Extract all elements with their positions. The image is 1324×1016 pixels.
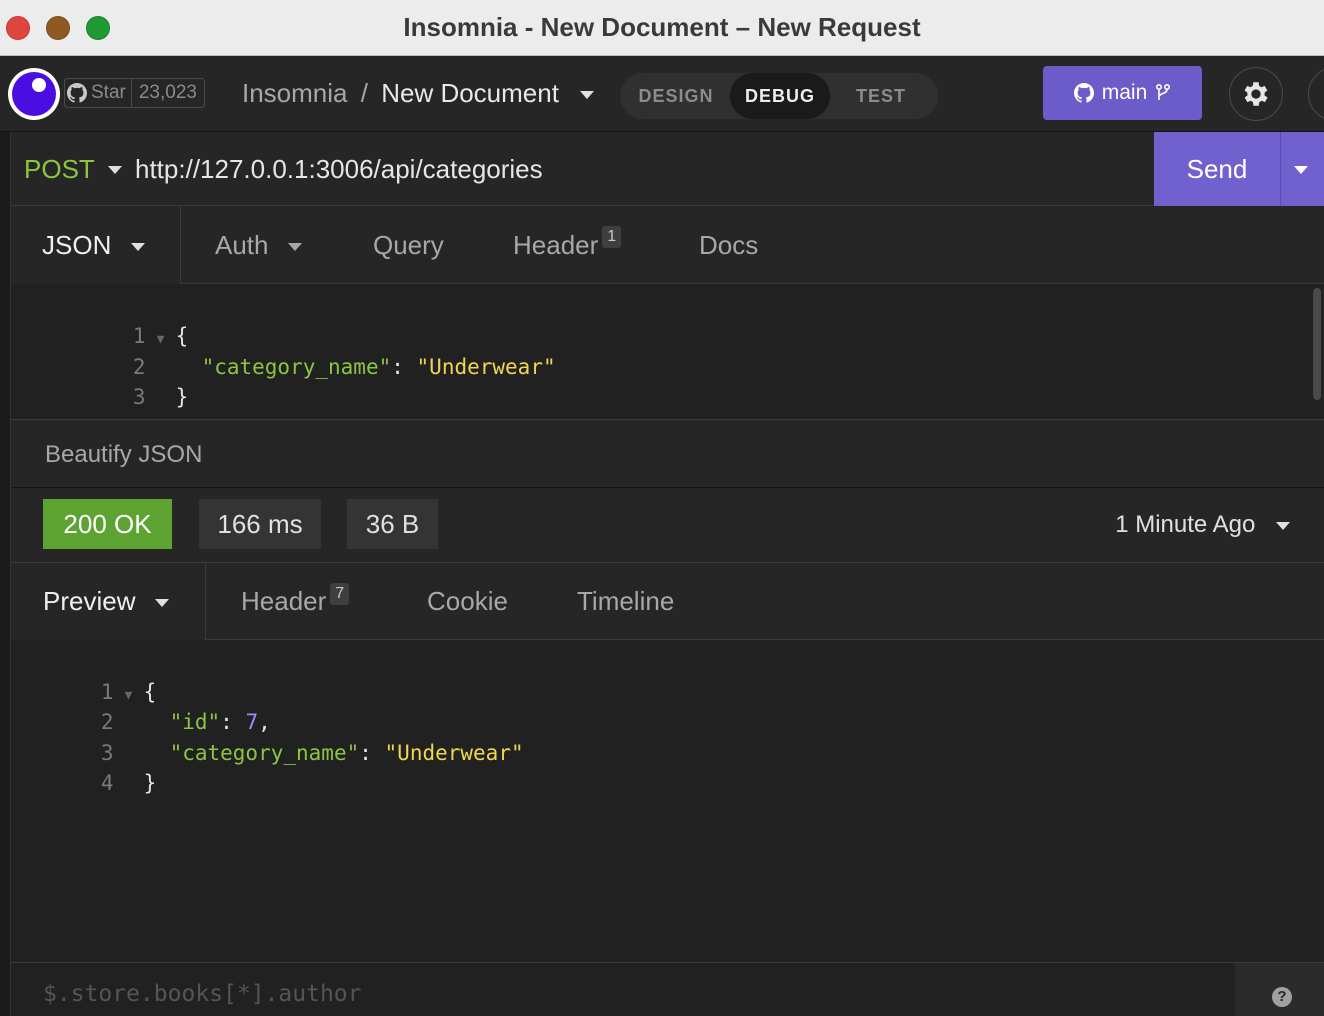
beautify-json-bar: Beautify JSON xyxy=(11,420,1324,488)
chevron-down-icon xyxy=(1276,521,1290,530)
code-line: 3 "category_name": "Underwear" xyxy=(11,708,524,765)
header-count-badge: 7 xyxy=(330,583,350,605)
response-history-dropdown[interactable]: 1 Minute Ago xyxy=(1115,511,1290,539)
response-filter-bar: $.store.books[*].author ? xyxy=(11,963,1324,1016)
response-status-row: 200 OK 166 ms 36 B 1 Minute Ago xyxy=(11,488,1324,563)
code-line: 2 "id": 7, xyxy=(11,677,271,734)
tab-preview-label: Preview xyxy=(43,586,136,616)
request-body-editor[interactable]: 1 ▼{ 2 "category_name": "Underwear" 3} xyxy=(11,284,1324,420)
github-star-count: 23,023 xyxy=(138,82,197,103)
app-header: Star 23,023 Insomnia / New Document DESI… xyxy=(0,56,1324,132)
settings-gear-icon[interactable] xyxy=(1229,67,1283,121)
url-input[interactable]: http://127.0.0.1:3006/api/categories xyxy=(135,154,543,185)
code-text: } xyxy=(143,771,157,795)
insomnia-logo-icon[interactable] xyxy=(8,68,60,120)
code-line: 1 ▼{ xyxy=(11,291,188,348)
tab-auth-label: Auth xyxy=(215,230,269,260)
request-tabs: JSON Auth Query Header 1 Docs xyxy=(11,206,1324,284)
json-value: "Underwear" xyxy=(416,355,556,379)
git-branch-button[interactable]: main xyxy=(1043,66,1202,120)
json-key: "category_name" xyxy=(169,741,360,765)
tab-preview[interactable]: Preview xyxy=(43,563,169,640)
question-icon: ? xyxy=(1272,987,1292,1007)
github-icon xyxy=(67,83,87,103)
github-star-badge[interactable]: Star 23,023 xyxy=(64,78,205,108)
chevron-down-icon[interactable] xyxy=(580,91,595,100)
tab-cookie[interactable]: Cookie xyxy=(427,563,508,640)
tab-query[interactable]: Query xyxy=(373,206,444,284)
branch-label: main xyxy=(1101,81,1148,104)
filter-help-button[interactable]: ? xyxy=(1235,963,1324,1016)
account-button[interactable] xyxy=(1308,67,1324,121)
github-icon xyxy=(1073,83,1094,103)
window-titlebar: Insomnia - New Document – New Request xyxy=(0,0,1324,56)
code-text: : xyxy=(359,741,385,765)
chevron-down-icon[interactable] xyxy=(108,166,122,174)
line-number: 4 xyxy=(100,771,114,795)
tab-debug[interactable]: DEBUG xyxy=(730,73,830,119)
send-button-group: Send xyxy=(1154,132,1324,206)
response-tabs: Preview Header 7 Cookie Timeline xyxy=(11,563,1324,640)
editor-scrollbar[interactable] xyxy=(1313,288,1321,400)
tab-timeline[interactable]: Timeline xyxy=(577,563,674,640)
code-text: : xyxy=(391,355,417,379)
status-badge: 200 OK xyxy=(43,499,172,549)
tab-auth[interactable]: Auth xyxy=(215,206,302,284)
git-branch-icon xyxy=(1156,83,1171,100)
url-bar: POST http://127.0.0.1:3006/api/categorie… xyxy=(11,132,1324,206)
tab-body-label: JSON xyxy=(42,230,112,260)
beautify-json-button[interactable]: Beautify JSON xyxy=(45,441,202,469)
code-line: 1 ▼{ xyxy=(11,647,156,704)
send-options-chevron-down-icon[interactable] xyxy=(1294,166,1308,174)
chevron-down-icon xyxy=(154,599,169,608)
tab-response-header[interactable]: Header 7 xyxy=(241,563,350,640)
code-text: } xyxy=(175,385,189,409)
response-body-viewer[interactable]: 1 ▼{ 2 "id": 7, 3 "category_name": "Underwe… xyxy=(11,640,1324,963)
tab-response-header-label: Header xyxy=(241,586,327,616)
tab-design[interactable]: DESIGN xyxy=(620,73,732,119)
sidebar-edge[interactable] xyxy=(0,132,11,1016)
chevron-down-icon xyxy=(130,243,145,252)
json-key: "category_name" xyxy=(201,355,392,379)
header-count-badge: 1 xyxy=(602,226,622,248)
breadcrumb-document[interactable]: New Document xyxy=(381,78,559,108)
method-select[interactable]: POST xyxy=(24,154,95,185)
breadcrumb-separator: / xyxy=(360,78,368,108)
window-title: Insomnia - New Document – New Request xyxy=(403,12,921,42)
chevron-down-icon xyxy=(287,243,302,252)
code-line: 4} xyxy=(11,738,156,795)
response-size-badge: 36 B xyxy=(347,499,438,549)
line-number: 3 xyxy=(132,385,146,409)
breadcrumb-root[interactable]: Insomnia xyxy=(242,78,348,108)
github-star-label: Star xyxy=(91,82,126,103)
json-value: "Underwear" xyxy=(384,741,524,765)
response-filter-input[interactable]: $.store.books[*].author xyxy=(43,981,362,1007)
tab-test[interactable]: TEST xyxy=(830,73,932,119)
response-time-ago: 1 Minute Ago xyxy=(1115,511,1256,538)
tab-docs[interactable]: Docs xyxy=(699,206,758,284)
send-button[interactable]: Send xyxy=(1154,154,1280,185)
breadcrumb: Insomnia / New Document xyxy=(242,78,595,109)
code-line: 2 "category_name": "Underwear" xyxy=(11,322,556,379)
code-line: 3} xyxy=(11,352,188,409)
tab-header[interactable]: Header 1 xyxy=(513,206,622,284)
tab-header-label: Header xyxy=(513,230,599,260)
response-time-badge: 166 ms xyxy=(199,499,321,549)
mode-switcher: DESIGN DEBUG TEST xyxy=(620,73,938,119)
tab-body[interactable]: JSON xyxy=(42,206,145,284)
